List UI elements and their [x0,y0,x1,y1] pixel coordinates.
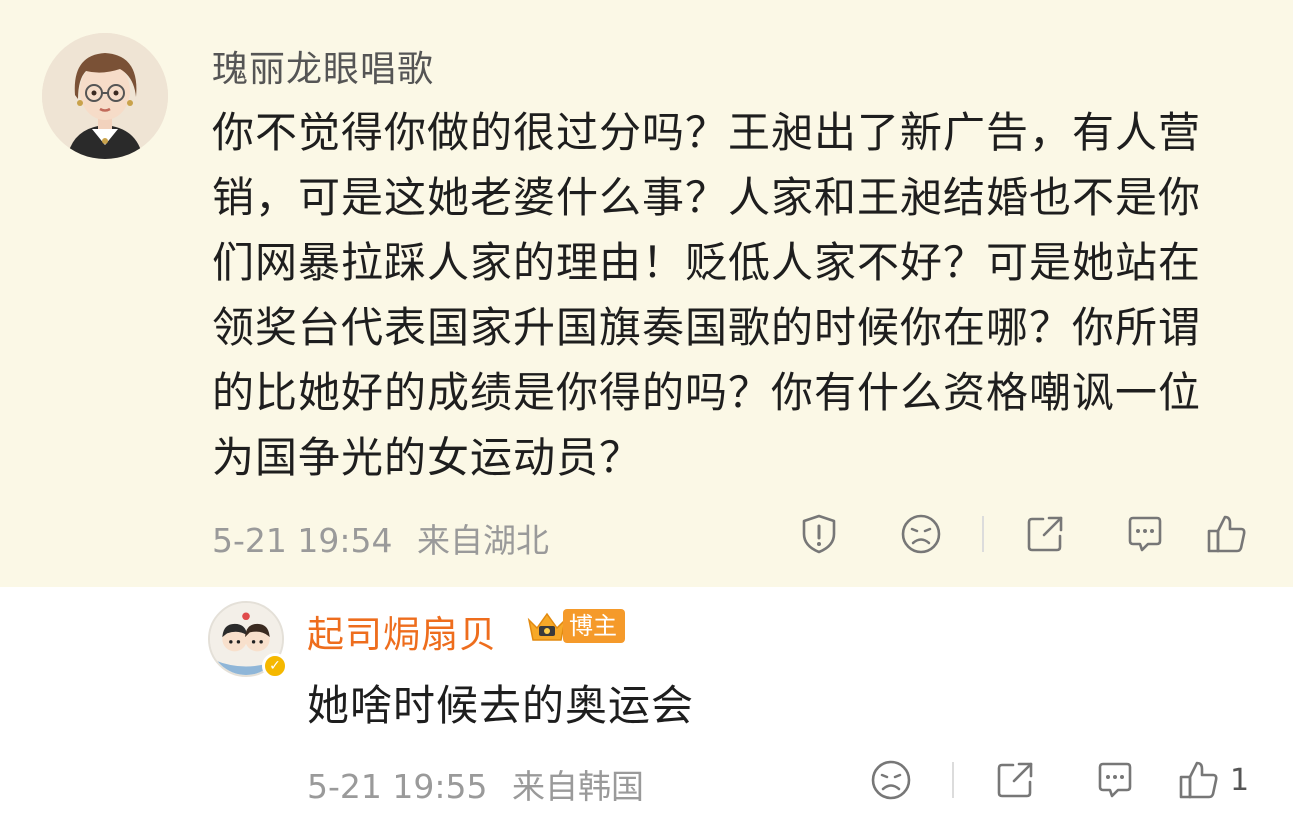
action-divider [952,762,954,798]
highlighted-comment: 瑰丽龙眼唱歌 你不觉得你做的很过分吗？王昶出了新广告，有人营 销，可是这她老婆什… [0,0,1293,587]
dislike-icon[interactable] [868,757,914,803]
share-icon[interactable] [992,757,1038,803]
reply-author-name[interactable]: 起司焗扇贝 [307,604,497,658]
comment-text-line: 领奖台代表国家升国旗奏国歌的时候你在哪？你所谓 [212,303,1202,352]
comment-timestamp: 5-21 19:54 [212,521,393,560]
blogger-badge: 博主 [523,606,625,646]
badge-label: 博主 [563,609,625,643]
comment-text-line: 你不觉得你做的很过分吗？王昶出了新广告，有人营 [212,108,1202,157]
reply-location: 来自韩国 [512,767,644,806]
action-divider [982,516,984,552]
comment-location: 来自湖北 [417,521,549,560]
reply-text: 她啥时候去的奥运会 [307,681,695,730]
verified-badge-icon: ✓ [262,653,288,679]
reply-timestamp: 5-21 19:55 [307,767,488,806]
like-count: 1 [1230,762,1250,798]
comment-icon[interactable] [1122,511,1168,557]
comment-text-line: 们网暴拉踩人家的理由！贬低人家不好？可是她站在 [212,238,1202,287]
cartoon-girl-avatar-icon [42,33,168,159]
comment-text: 你不觉得你做的很过分吗？王昶出了新广告，有人营 销，可是这她老婆什么事？人家和王… [212,100,1252,490]
share-icon[interactable] [1022,511,1068,557]
reply-actions: 1 [868,757,1249,803]
comment-author-name[interactable]: 瑰丽龙眼唱歌 [212,40,434,92]
report-icon[interactable] [796,511,842,557]
comment-text-line: 为国争光的女运动员？ [212,433,643,482]
dislike-icon[interactable] [898,511,944,557]
reply-meta: 5-21 19:55 来自韩国 [307,760,644,808]
avatar[interactable] [42,33,168,159]
comment-actions [796,511,1250,557]
comment-icon[interactable] [1092,757,1138,803]
comment-text-line: 的比她好的成绩是你得的吗？你有什么资格嘲讽一位 [212,368,1202,417]
comment-text-line: 销，可是这她老婆什么事？人家和王昶结婚也不是你 [212,173,1202,222]
like-icon[interactable] [1176,757,1222,803]
like-icon[interactable] [1204,511,1250,557]
avatar[interactable]: ✓ [208,601,288,679]
comment-meta: 5-21 19:54 来自湖北 [212,514,549,562]
